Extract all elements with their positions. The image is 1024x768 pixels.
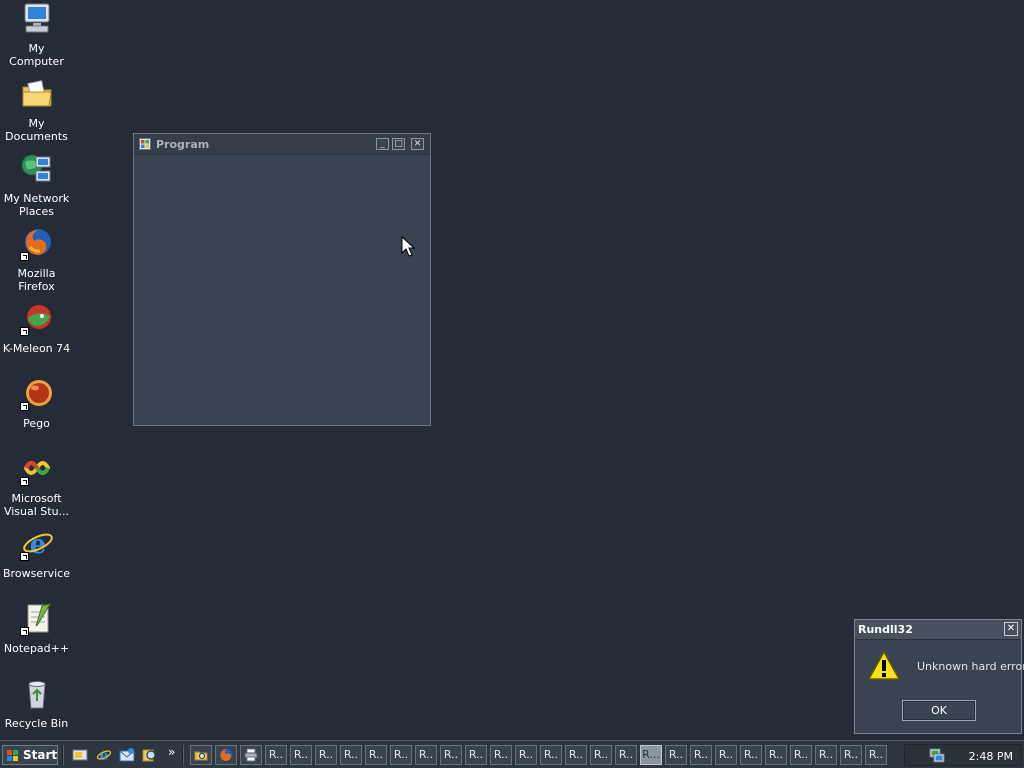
taskbar-task-rundll32[interactable]: R.. [265,745,287,765]
taskbar-separator [62,745,64,765]
desktop-icon-label: My Network Places [3,192,70,218]
shortcut-arrow-icon [19,627,29,636]
quick-launch-more-chevron[interactable]: » [168,745,175,759]
taskbar-task-rundll32[interactable]: R.. [390,745,412,765]
desktop-icon-label: Pego [23,417,50,430]
maximize-button[interactable]: □ [392,138,405,150]
taskbar-task-rundll32[interactable]: R.. [815,745,837,765]
ok-button[interactable]: OK [902,700,976,721]
taskbar-task-rundll32[interactable]: R.. [515,745,537,765]
desktop-icon-recycle-bin[interactable]: Recycle Bin [0,677,73,730]
internet-explorer-icon: e [19,527,54,561]
network-places-icon [20,152,54,186]
taskbar-separator [182,745,184,765]
network-connection-icon[interactable] [929,748,945,763]
taskbar-task-folder[interactable] [190,745,212,765]
taskbar-task-rundll32[interactable]: R.. [765,745,787,765]
desktop-icon-label: My Computer [9,42,64,68]
pego-icon [19,377,54,411]
program-window-client-area[interactable] [134,155,430,425]
taskbar-task-printer[interactable] [240,745,262,765]
desktop-icon-k-meleon[interactable]: K-Meleon 74 [0,302,73,355]
svg-text:e: e [100,748,109,763]
minimize-button[interactable]: _ [376,138,389,150]
start-button[interactable]: Start [2,745,58,765]
taskbar-task-rundll32[interactable]: R.. [615,745,637,765]
taskbar-task-rundll32[interactable]: R.. [740,745,762,765]
desktop-icon-label: Microsoft Visual Stu... [3,492,70,518]
taskbar-task-rundll32[interactable]: R.. [690,745,712,765]
desktop-icon-my-computer[interactable]: My Computer [0,2,73,68]
search-icon[interactable] [142,747,158,763]
clock[interactable]: 2:48 PM [969,750,1013,763]
shortcut-arrow-icon [19,327,29,336]
taskbar: Start e » R.. R.. R.. R.. R.. R.. R.. R.… [0,740,1024,768]
start-label: Start [23,748,58,762]
desktop-icon-label: Browservice [3,567,70,580]
firefox-icon [220,749,232,761]
close-button[interactable]: ✕ [411,138,424,150]
taskbar-task-rundll32[interactable]: R.. [440,745,462,765]
desktop-icon-label: My Documents [5,117,68,143]
taskbar-task-rundll32[interactable]: R.. [465,745,487,765]
taskbar-task-rundll32[interactable]: R.. [715,745,737,765]
taskbar-task-rundll32[interactable]: R.. [315,745,337,765]
desktop-icon-label: Recycle Bin [4,717,69,730]
system-tray: 2:48 PM [904,744,1022,766]
dialog-title: Rundll32 [858,623,913,636]
error-dialog-titlebar[interactable]: Rundll32 ✕ [855,620,1021,640]
taskbar-task-rundll32[interactable]: R.. [290,745,312,765]
windows-logo-icon [7,750,18,761]
error-dialog[interactable]: Rundll32 ✕ Unknown hard error OK [854,619,1024,734]
desktop-icon-microsoft-visual-studio[interactable]: Microsoft Visual Stu... [0,452,73,518]
outlook-express-icon[interactable] [119,747,135,763]
firefox-icon [19,227,54,261]
explorer-folder-icon [194,751,208,761]
recycle-bin-icon [20,677,54,711]
printer-icon [244,748,258,762]
dialog-close-button[interactable]: ✕ [1004,622,1018,636]
computer-icon [20,2,54,36]
shortcut-arrow-icon [19,402,29,411]
error-message: Unknown hard error [917,660,1024,673]
taskbar-task-rundll32[interactable]: R.. [840,745,862,765]
taskbar-task-rundll32[interactable]: R.. [340,745,362,765]
program-window[interactable]: Program _ □ ✕ [133,133,431,426]
taskbar-task-rundll32[interactable]: R.. [490,745,512,765]
taskbar-task-rundll32[interactable]: R.. [865,745,887,765]
taskbar-task-rundll32[interactable]: R.. [790,745,812,765]
shortcut-arrow-icon [19,477,29,486]
internet-explorer-icon[interactable]: e [96,747,112,763]
taskbar-task-rundll32[interactable]: R.. [565,745,587,765]
desktop-icon-my-documents[interactable]: My Documents [0,77,73,143]
mouse-pointer-icon [401,236,415,257]
taskbar-task-rundll32[interactable]: R.. [415,745,437,765]
desktop-icon-pego[interactable]: Pego [0,377,73,430]
desktop-icon-label: Mozilla Firefox [17,267,56,293]
desktop-icon-browservice[interactable]: e Browservice [0,527,73,580]
taskbar-task-rundll32[interactable]: R.. [665,745,687,765]
desktop: My Computer My Documents My Network Plac… [0,0,1024,740]
taskbar-task-rundll32[interactable]: R.. [590,745,612,765]
application-icon [139,138,151,150]
taskbar-task-firefox[interactable] [215,745,237,765]
notepad-plus-plus-icon [19,602,54,636]
taskbar-task-rundll32[interactable]: R.. [540,745,562,765]
shortcut-arrow-icon [19,552,29,561]
k-meleon-icon [19,302,54,336]
taskbar-task-rundll32[interactable]: R.. [365,745,387,765]
program-window-titlebar[interactable]: Program _ □ ✕ [134,134,430,155]
show-desktop-icon[interactable] [72,747,88,763]
desktop-icon-mozilla-firefox[interactable]: Mozilla Firefox [0,227,73,293]
window-title: Program [156,138,210,151]
desktop-icon-my-network-places[interactable]: My Network Places [0,152,73,218]
taskbar-task-rundll32-active[interactable]: R... [640,745,662,765]
documents-folder-icon [20,77,54,111]
desktop-icon-label: K-Meleon 74 [2,342,71,355]
visual-studio-icon [19,452,54,486]
shortcut-arrow-icon [19,252,29,261]
desktop-icon-notepad-plus-plus[interactable]: Notepad++ [0,602,73,655]
warning-icon [868,651,900,680]
desktop-icon-label: Notepad++ [3,642,70,655]
